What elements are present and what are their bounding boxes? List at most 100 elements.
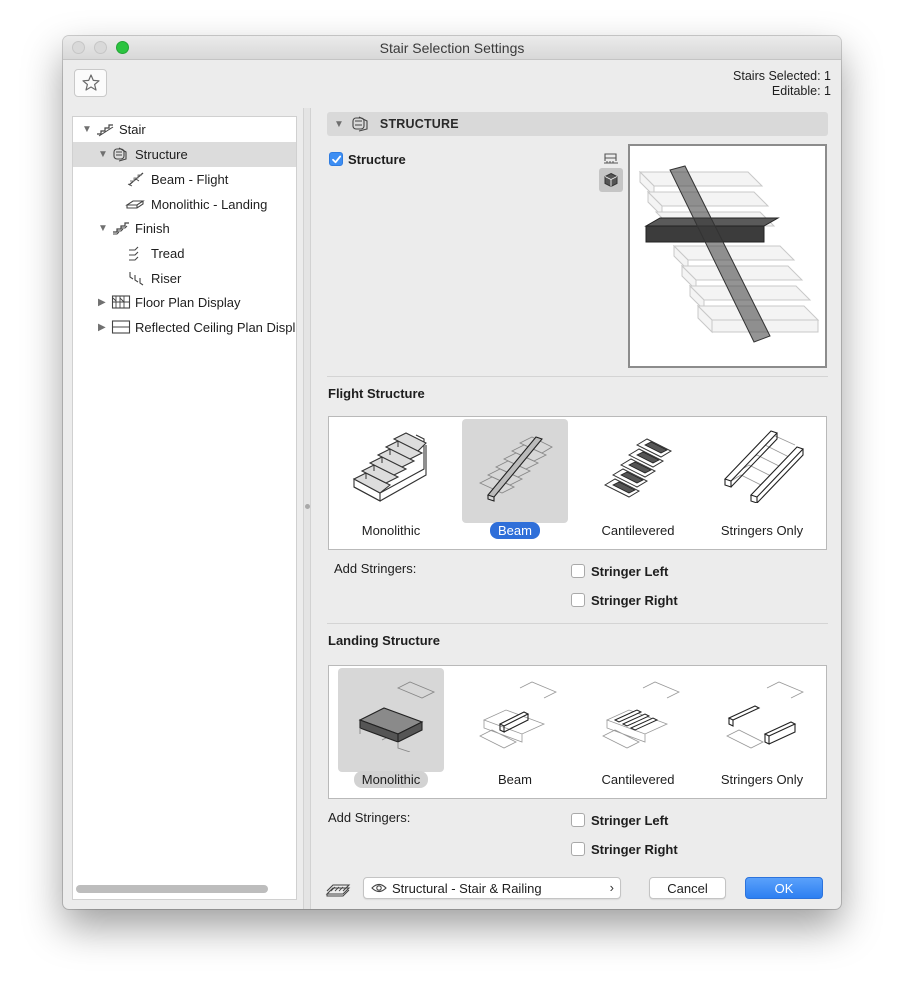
tree-item-label: Tread <box>151 246 185 261</box>
panel-splitter[interactable] <box>303 108 311 909</box>
stair-icon <box>97 124 114 137</box>
disclosure-collapsed-icon[interactable]: ▶ <box>98 323 108 333</box>
landing-option-monolithic[interactable]: Monolithic <box>338 668 444 788</box>
cantilevered-landing-icon <box>602 681 680 749</box>
flight-stringer-left-label[interactable]: Stringer Left <box>591 564 668 579</box>
landing-option-stringers-only[interactable]: Stringers Only <box>709 668 815 787</box>
checkmark-icon <box>331 155 341 163</box>
cantilevered-flight-icon <box>603 438 673 498</box>
3d-view-button[interactable] <box>599 168 623 192</box>
ok-button[interactable]: OK <box>745 877 823 899</box>
section-divider <box>327 623 828 624</box>
flight-option-monolithic[interactable]: Monolithic <box>338 419 444 538</box>
plan-view-button[interactable] <box>599 146 623 170</box>
beam-flight-icon <box>127 172 144 187</box>
monolithic-flight-icon <box>352 432 427 502</box>
tree-item-label: Stair <box>119 122 146 137</box>
tree-item-label: Riser <box>151 271 182 286</box>
landing-stringer-right-label[interactable]: Stringer Right <box>591 842 678 857</box>
add-stringers-label: Add Stringers: <box>334 561 417 576</box>
settings-dialog: Stair Selection Settings Stairs Selected… <box>63 36 841 909</box>
landing-stringer-left-checkbox[interactable] <box>571 813 585 827</box>
star-icon <box>81 74 100 91</box>
option-label: Monolithic <box>324 771 458 788</box>
landing-structure-options: Monolithic Beam Cantilevered Stringers O… <box>328 665 827 799</box>
title-bar[interactable]: Stair Selection Settings <box>63 36 841 60</box>
tree-item-beam-flight[interactable]: Beam - Flight <box>73 167 296 192</box>
splitter-handle[interactable] <box>305 504 310 509</box>
cancel-button[interactable]: Cancel <box>649 877 726 899</box>
chevron-right-icon: › <box>609 880 614 895</box>
tread-icon <box>129 246 139 261</box>
stair-preview-image <box>638 165 820 343</box>
tree-item-label: Structure <box>135 147 188 162</box>
tree-horizontal-scrollbar[interactable] <box>76 885 268 893</box>
flight-option-beam[interactable]: Beam <box>462 419 568 539</box>
structure-icon <box>113 147 127 162</box>
eye-icon <box>371 883 387 893</box>
tree-item-structure[interactable]: ▼ Structure <box>73 142 296 167</box>
section-divider <box>327 376 828 377</box>
stringers-only-flight-icon <box>724 430 804 503</box>
tree-item-tread[interactable]: Tread <box>73 241 296 266</box>
stairs-selected-text: Stairs Selected: 1 <box>733 69 831 83</box>
beam-landing-icon <box>479 681 557 749</box>
option-label: Beam <box>448 522 582 539</box>
option-label: Monolithic <box>361 523 421 538</box>
landing-option-beam[interactable]: Beam <box>462 668 568 787</box>
structure-icon <box>352 116 368 132</box>
structure-checkbox[interactable] <box>329 152 343 166</box>
option-label: Cantilevered <box>601 523 675 538</box>
landing-stringer-left-label[interactable]: Stringer Left <box>591 813 668 828</box>
tree-item-label: Monolithic - Landing <box>151 197 268 212</box>
tree-item-monolithic-landing[interactable]: Monolithic - Landing <box>73 192 296 217</box>
tree-item-stair[interactable]: ▼ Stair <box>73 117 296 142</box>
option-label: Beam <box>498 772 532 787</box>
settings-tree: ▼ Stair ▼ Structure Beam - Flight Monoli… <box>72 116 297 900</box>
stair-layer-icon[interactable] <box>325 880 351 898</box>
3d-view-icon <box>604 172 618 188</box>
window-title: Stair Selection Settings <box>379 40 525 56</box>
dialog-footer: Structural - Stair & Railing › Cancel OK <box>315 866 841 909</box>
flight-option-stringers-only[interactable]: Stringers Only <box>709 419 815 538</box>
selection-info: Stairs Selected: 1 Editable: 1 <box>733 69 831 99</box>
tree-item-reflected-ceiling-plan-display[interactable]: ▶ Reflected Ceiling Plan Displ <box>73 315 296 340</box>
option-label: Stringers Only <box>720 772 804 787</box>
monolithic-landing-icon <box>125 200 145 209</box>
disclosure-expanded-icon[interactable]: ▼ <box>82 125 92 135</box>
flight-structure-options: Monolithic Beam Cantilevered Stringers O… <box>328 416 827 550</box>
tree-item-label: Beam - Flight <box>151 172 229 187</box>
tree-item-finish[interactable]: ▼ Finish <box>73 216 296 241</box>
option-label: Stringers Only <box>720 523 804 538</box>
stringers-only-landing-icon <box>726 681 804 749</box>
flight-stringer-right-checkbox[interactable] <box>571 593 585 607</box>
monolithic-landing-icon <box>358 681 436 752</box>
add-stringers-label: Add Stringers: <box>328 810 411 825</box>
tree-item-label: Finish <box>135 221 170 236</box>
flight-structure-title: Flight Structure <box>328 386 425 401</box>
structure-section-header[interactable]: ▼ STRUCTURE <box>327 112 828 136</box>
beam-flight-icon <box>478 436 553 502</box>
disclosure-expanded-icon[interactable]: ▼ <box>98 150 108 160</box>
section-title: STRUCTURE <box>379 117 459 131</box>
disclosure-expanded-icon[interactable]: ▼ <box>98 224 108 234</box>
structure-checkbox-label[interactable]: Structure <box>348 152 406 167</box>
flight-stringer-left-checkbox[interactable] <box>571 564 585 578</box>
tree-item-floor-plan-display[interactable]: ▶ Floor Plan Display <box>73 290 296 315</box>
tree-item-label: Floor Plan Display <box>135 295 241 310</box>
flight-stringer-right-label[interactable]: Stringer Right <box>591 593 678 608</box>
finish-icon <box>113 222 129 235</box>
flight-option-cantilevered[interactable]: Cantilevered <box>585 419 691 538</box>
tree-item-riser[interactable]: Riser <box>73 266 296 291</box>
landing-stringer-right-checkbox[interactable] <box>571 842 585 856</box>
model-view-label: Structural - Stair & Railing <box>392 881 542 896</box>
landing-structure-title: Landing Structure <box>328 633 440 648</box>
model-view-selector[interactable]: Structural - Stair & Railing › <box>363 877 621 899</box>
editable-text: Editable: 1 <box>771 84 831 98</box>
floor-plan-icon <box>111 295 131 309</box>
tree-item-label: Reflected Ceiling Plan Displ <box>135 320 296 335</box>
disclosure-collapsed-icon[interactable]: ▶ <box>98 298 108 308</box>
landing-option-cantilevered[interactable]: Cantilevered <box>585 668 691 787</box>
collapse-section-icon[interactable]: ▼ <box>334 119 344 130</box>
favorites-button[interactable] <box>74 69 107 97</box>
